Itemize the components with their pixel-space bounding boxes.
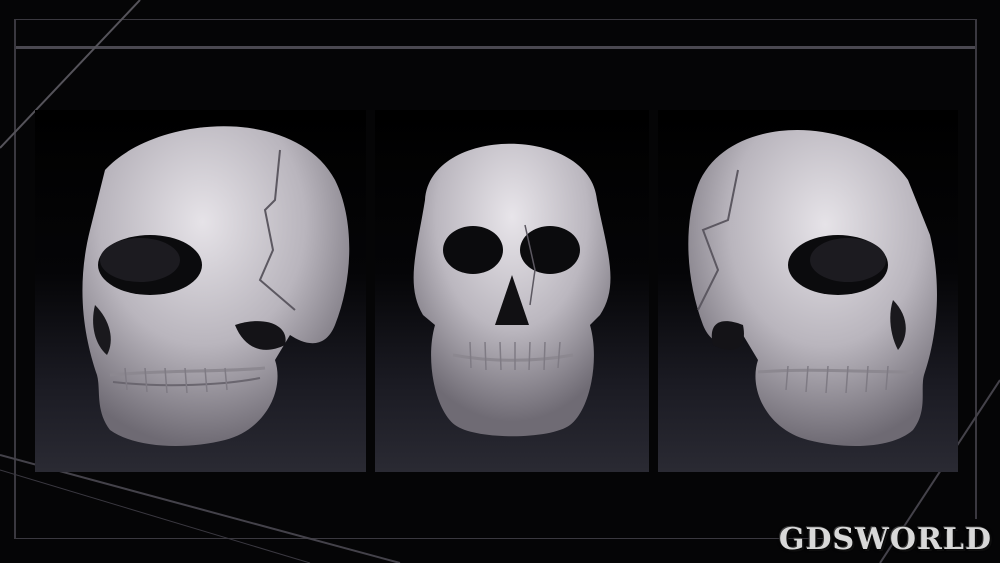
skull-view-front <box>375 110 649 472</box>
skull-left-render <box>82 126 350 446</box>
skull-right-render <box>688 130 937 446</box>
skull-view-right <box>658 110 958 472</box>
render-sheet: GDSWORLD <box>0 0 1000 563</box>
skull-view-left <box>35 110 366 472</box>
skull-front-render <box>413 143 611 437</box>
watermark-logo: GDSWORLD <box>778 522 992 557</box>
